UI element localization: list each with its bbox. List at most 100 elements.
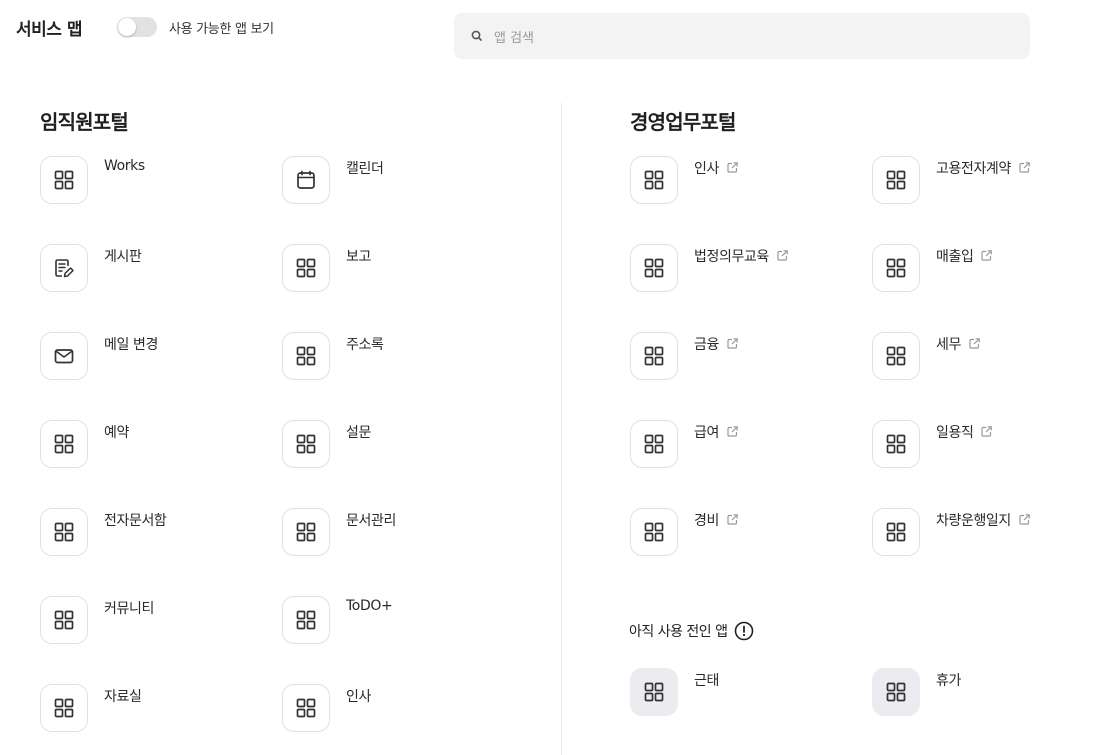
app-item-매출입[interactable]: 매출입 <box>872 244 1092 304</box>
app-item-보고[interactable]: 보고 <box>282 244 502 304</box>
app-item-게시판[interactable]: 게시판 <box>40 244 260 304</box>
available-apps-toggle[interactable] <box>117 17 157 37</box>
external-link-icon <box>1019 514 1030 525</box>
app-label: 인사 <box>346 689 371 705</box>
app-label: 보고 <box>346 249 371 265</box>
app-icon-box <box>630 668 678 716</box>
section-title-employee-portal: 임직원포털 <box>40 110 129 134</box>
app-label-wrap: 캘린더 <box>346 158 384 178</box>
app-item-works[interactable]: Works <box>40 156 260 216</box>
app-label: 인사 <box>694 161 719 177</box>
grid-icon <box>296 610 316 630</box>
grid-icon <box>644 434 664 454</box>
app-label-wrap: 차량운행일지 <box>936 510 1031 530</box>
app-item-경비[interactable]: 경비 <box>630 508 850 568</box>
app-label: 매출입 <box>936 249 974 265</box>
app-item-커뮤니티[interactable]: 커뮤니티 <box>40 596 260 656</box>
grid-icon <box>54 610 74 630</box>
info-icon[interactable] <box>734 621 754 641</box>
app-label-wrap: 급여 <box>694 422 739 442</box>
app-label-wrap: 휴가 <box>936 670 961 690</box>
search-icon <box>471 30 482 41</box>
toggle-label: 사용 가능한 앱 보기 <box>169 22 274 37</box>
app-label-wrap: 보고 <box>346 246 371 266</box>
app-label: 게시판 <box>104 249 142 265</box>
app-label: 휴가 <box>936 673 961 689</box>
grid-icon <box>296 698 316 718</box>
app-label-wrap: 금융 <box>694 334 739 354</box>
grid-icon <box>296 522 316 542</box>
app-item-급여[interactable]: 급여 <box>630 420 850 480</box>
app-item-예약[interactable]: 예약 <box>40 420 260 480</box>
app-label: 차량운행일지 <box>936 513 1011 529</box>
app-label: 고용전자계약 <box>936 161 1011 177</box>
app-label: 금융 <box>694 337 719 353</box>
app-label: 문서관리 <box>346 513 396 529</box>
app-item-설문[interactable]: 설문 <box>282 420 502 480</box>
search-box[interactable]: 앱 검색 <box>454 13 1030 59</box>
app-icon-box <box>872 668 920 716</box>
app-icon-box <box>40 420 88 468</box>
app-label-wrap: 문서관리 <box>346 510 396 530</box>
external-link-icon <box>727 514 738 525</box>
grid-icon <box>644 170 664 190</box>
app-label-wrap: 매출입 <box>936 246 993 266</box>
app-label: ToDO+ <box>346 598 393 614</box>
app-item-법정의무교육[interactable]: 법정의무교육 <box>630 244 850 304</box>
external-link-icon <box>727 338 738 349</box>
app-label: 세무 <box>936 337 961 353</box>
top-bar: 서비스 맵 사용 가능한 앱 보기 앱 검색 <box>0 0 1112 70</box>
app-label-wrap: 자료실 <box>104 686 142 706</box>
grid-icon <box>886 170 906 190</box>
app-label: 주소록 <box>346 337 384 353</box>
app-item-메일-변경[interactable]: 메일 변경 <box>40 332 260 392</box>
grid-icon <box>644 258 664 278</box>
app-icon-box <box>282 156 330 204</box>
app-item-인사[interactable]: 인사 <box>630 156 850 216</box>
app-label-wrap: ToDO+ <box>346 598 393 614</box>
app-item-주소록[interactable]: 주소록 <box>282 332 502 392</box>
app-icon-box <box>872 244 920 292</box>
app-icon-box <box>282 508 330 556</box>
grid-icon <box>886 258 906 278</box>
app-label: 설문 <box>346 425 371 441</box>
grid-icon <box>886 522 906 542</box>
section-title-business-portal: 경영업무포털 <box>630 110 736 134</box>
app-icon-box <box>630 244 678 292</box>
app-label-wrap: 게시판 <box>104 246 142 266</box>
app-icon-box <box>282 420 330 468</box>
app-icon-box <box>40 684 88 732</box>
app-item-전자문서함[interactable]: 전자문서함 <box>40 508 260 568</box>
app-label-wrap: 법정의무교육 <box>694 246 789 266</box>
app-item-캘린더[interactable]: 캘린더 <box>282 156 502 216</box>
app-label-wrap: 메일 변경 <box>104 334 158 354</box>
app-item-일용직[interactable]: 일용직 <box>872 420 1092 480</box>
app-icon-box <box>630 332 678 380</box>
app-label: 근태 <box>694 673 719 689</box>
app-label-wrap: 세무 <box>936 334 981 354</box>
app-item-고용전자계약[interactable]: 고용전자계약 <box>872 156 1092 216</box>
grid-icon <box>886 346 906 366</box>
grid-icon <box>296 434 316 454</box>
app-item-근태: 근태 <box>630 668 850 728</box>
external-link-icon <box>727 426 738 437</box>
grid-icon <box>644 682 664 702</box>
app-item-차량운행일지[interactable]: 차량운행일지 <box>872 508 1092 568</box>
app-item-문서관리[interactable]: 문서관리 <box>282 508 502 568</box>
app-item-todo-[interactable]: ToDO+ <box>282 596 502 656</box>
app-item-세무[interactable]: 세무 <box>872 332 1092 392</box>
app-label-wrap: 일용직 <box>936 422 993 442</box>
app-item-자료실[interactable]: 자료실 <box>40 684 260 744</box>
app-icon-box <box>282 332 330 380</box>
page-title: 서비스 맵 <box>16 20 82 40</box>
app-label-wrap: 주소록 <box>346 334 384 354</box>
app-icon-box <box>282 596 330 644</box>
app-item-금융[interactable]: 금융 <box>630 332 850 392</box>
not-yet-title: 아직 사용 전인 앱 <box>629 624 728 640</box>
search-input[interactable]: 앱 검색 <box>494 27 534 46</box>
app-icon-box <box>40 508 88 556</box>
app-icon-box <box>40 156 88 204</box>
app-icon-box <box>872 420 920 468</box>
app-item-인사[interactable]: 인사 <box>282 684 502 744</box>
app-icon-box <box>872 156 920 204</box>
